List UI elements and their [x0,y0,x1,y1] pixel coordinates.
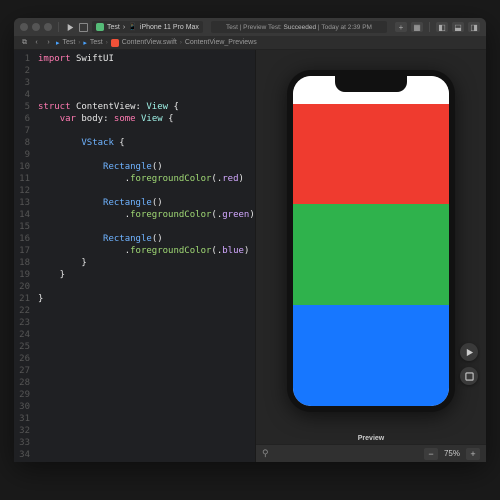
zoom-level[interactable]: 75% [444,449,460,458]
add-button[interactable]: + [395,22,407,32]
chevron-right-icon: › [180,40,182,46]
breadcrumb-folder[interactable]: Test [90,39,103,46]
library-button[interactable]: ▦ [411,22,423,32]
divider [58,22,59,32]
xcode-window: Test › 📱 iPhone 11 Pro Max Test | Previe… [14,18,486,462]
inspect-preview-button[interactable] [460,367,478,385]
traffic-light-close[interactable] [20,23,28,31]
rectangle-blue [293,305,449,406]
run-button[interactable] [65,22,75,32]
stop-button[interactable] [79,23,88,32]
panel-left-toggle[interactable]: ◧ [436,22,448,32]
nav-back-button[interactable]: ‹ [32,38,41,47]
panel-bottom-toggle[interactable]: ⬓ [452,22,464,32]
zoom-in-button[interactable]: + [466,448,480,460]
app-icon [96,23,104,31]
code-area[interactable]: import SwiftUI struct ContentView: View … [34,50,255,462]
breadcrumb-file[interactable]: ContentView.swift [122,39,177,46]
traffic-light-minimize[interactable] [32,23,40,31]
preview-label: Preview [256,431,486,444]
scheme-selector[interactable]: Test › 📱 iPhone 11 Pro Max [92,21,203,33]
divider [429,22,430,32]
titlebar: Test › 📱 iPhone 11 Pro Max Test | Previe… [14,18,486,36]
breadcrumb-project[interactable]: Test [63,39,76,46]
line-gutter: 1234567891011121314151617181920212223242… [14,50,34,462]
folder-icon: ▸ [56,39,60,47]
device-frame [287,70,455,412]
live-preview-button[interactable] [460,343,478,361]
preview-canvas: Preview ⚲ − 75% + [255,50,486,462]
rectangle-green [293,204,449,305]
status-time: Today at 2:39 PM [321,24,372,31]
folder-icon: ▸ [83,39,87,47]
code-editor[interactable]: 1234567891011121314151617181920212223242… [14,50,255,462]
status-result: Succeeded [284,24,317,31]
status-prefix: Test | Preview Test: [226,24,282,31]
swift-file-icon [111,39,119,47]
activity-status: Test | Preview Test: Succeeded | Today a… [211,21,387,33]
canvas-area[interactable] [256,50,486,431]
chevron-right-icon: › [78,40,80,46]
canvas-controls [460,343,478,385]
scheme-app-label: Test [107,24,120,31]
chevron-right-icon: › [123,24,125,31]
toolbar-right: + ▦ ◧ ⬓ ◨ [395,22,480,32]
chevron-right-icon: › [106,40,108,46]
device-notch [335,76,407,92]
breadcrumb-symbol[interactable]: ContentView_Previews [185,39,257,46]
panel-right-toggle[interactable]: ◨ [468,22,480,32]
device-screen [293,76,449,406]
editor-canvas-split: 1234567891011121314151617181920212223242… [14,50,486,462]
zoom-out-button[interactable]: − [424,448,438,460]
pin-preview-button[interactable]: ⚲ [262,448,269,459]
related-items-icon[interactable]: ⧉ [20,38,29,47]
rectangle-red [293,104,449,205]
traffic-light-zoom[interactable] [44,23,52,31]
scheme-device-label: iPhone 11 Pro Max [140,24,199,31]
canvas-footer: ⚲ − 75% + [256,444,486,462]
vstack-preview [293,104,449,406]
nav-forward-button[interactable]: › [44,38,53,47]
jump-bar: ⧉ ‹ › ▸ Test › ▸ Test › ContentView.swif… [14,36,486,50]
